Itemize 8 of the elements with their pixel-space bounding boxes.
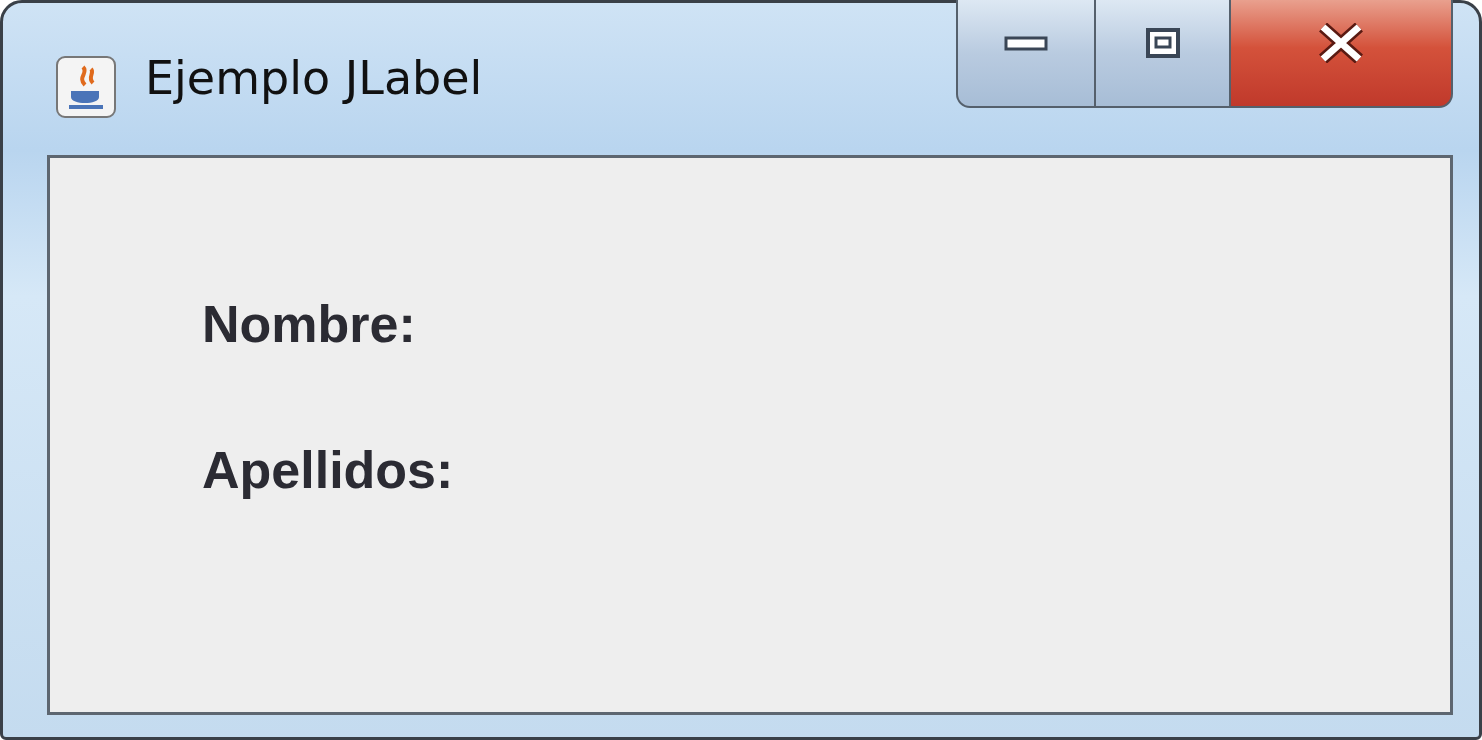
minimize-button[interactable] [956,0,1096,108]
field-label: Nombre: [202,298,417,350]
minimize-icon [1004,34,1048,52]
java-cup-icon [55,55,117,119]
maximize-button[interactable] [1096,0,1231,108]
window-title: Ejemplo JLabel [145,51,483,105]
maximize-icon [1144,27,1181,59]
close-button[interactable] [1231,0,1453,108]
